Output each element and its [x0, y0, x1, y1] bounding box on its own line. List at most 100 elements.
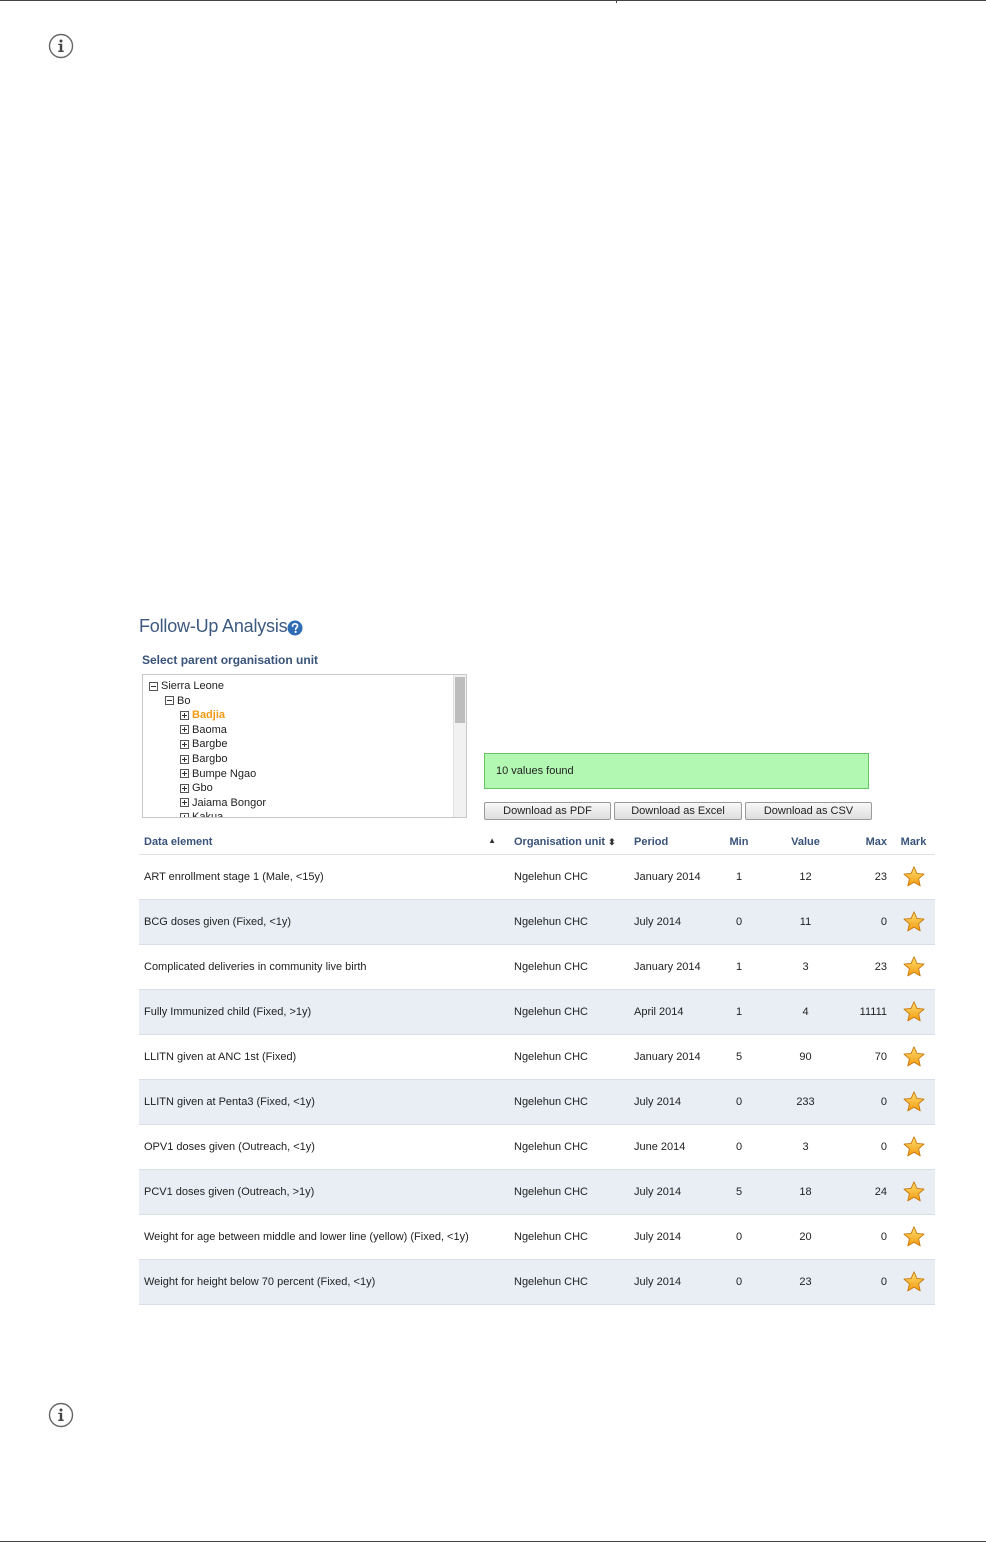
column-header-data-element[interactable]: Data element ▲ — [139, 830, 509, 855]
column-header-min[interactable]: Min — [714, 830, 764, 855]
expand-icon[interactable] — [180, 754, 189, 764]
tree-node-label[interactable]: Bumpe Ngao — [192, 768, 256, 780]
cell-value: 23 — [764, 1259, 847, 1305]
tree-node-label[interactable]: Sierra Leone — [161, 680, 224, 692]
column-header-max[interactable]: Max — [847, 830, 892, 855]
top-rule — [0, 0, 986, 1]
star-icon[interactable] — [902, 1000, 926, 1024]
tree-scrollbar-thumb[interactable] — [455, 677, 465, 723]
star-icon[interactable] — [902, 865, 926, 889]
tree-node[interactable]: Bumpe Ngao — [180, 768, 256, 780]
tree-node[interactable]: Kakua — [180, 811, 223, 817]
cell-data-element: LLITN given at ANC 1st (Fixed) — [139, 1034, 509, 1080]
tree-node-label[interactable]: Gbo — [192, 782, 213, 794]
tree-node[interactable]: Baoma — [180, 724, 227, 736]
cell-value: 20 — [764, 1214, 847, 1260]
tree-node-label[interactable]: Bo — [177, 695, 190, 707]
column-header-org-unit[interactable]: Organisation unit ⬍ — [509, 830, 629, 855]
cell-min: 0 — [714, 1079, 764, 1125]
tree-node[interactable]: Bargbo — [180, 753, 227, 765]
expand-icon[interactable] — [180, 710, 189, 720]
tree-node-label[interactable]: Bargbo — [192, 753, 227, 765]
table-row: Weight for age between middle and lower … — [139, 1214, 935, 1260]
tree-node-label[interactable]: Badjia — [192, 709, 225, 721]
expand-icon[interactable] — [180, 769, 189, 779]
column-header-mark: Mark — [892, 830, 935, 855]
star-icon[interactable] — [902, 1045, 926, 1069]
table-row: OPV1 doses given (Outreach, <1y) Ngelehun… — [139, 1124, 935, 1170]
star-icon[interactable] — [902, 1090, 926, 1114]
star-icon[interactable] — [902, 955, 926, 979]
download-csv-button[interactable]: Download as CSV — [745, 802, 872, 820]
tree-node[interactable]: Jaiama Bongor — [180, 797, 266, 809]
page-title: Follow-Up Analysis — [139, 616, 288, 636]
download-excel-button[interactable]: Download as Excel — [614, 802, 742, 820]
tree-node[interactable]: Gbo — [180, 782, 213, 794]
mark-toggle[interactable] — [892, 944, 935, 990]
table-header-row: Data element ▲ Organisation unit ⬍ Period… — [139, 830, 935, 855]
info-icon[interactable] — [48, 33, 74, 59]
info-icon[interactable] — [48, 1402, 74, 1428]
star-icon[interactable] — [902, 1135, 926, 1159]
column-header-period[interactable]: Period — [629, 830, 714, 855]
cell-org-unit: Ngelehun CHC — [509, 944, 629, 990]
star-icon[interactable] — [902, 1225, 926, 1249]
status-message: 10 values found — [484, 753, 869, 789]
mark-toggle[interactable] — [892, 854, 935, 900]
collapse-icon[interactable] — [165, 696, 174, 706]
tree-node-label[interactable]: Kakua — [192, 811, 223, 817]
help-icon[interactable] — [287, 620, 303, 636]
cell-period: July 2014 — [629, 1214, 714, 1260]
cell-period: July 2014 — [629, 1169, 714, 1215]
expand-icon[interactable] — [180, 739, 189, 749]
cell-org-unit: Ngelehun CHC — [509, 1124, 629, 1170]
star-icon[interactable] — [902, 1180, 926, 1204]
tree-node-label[interactable]: Jaiama Bongor — [192, 797, 266, 809]
mark-toggle[interactable] — [892, 1169, 935, 1215]
star-icon[interactable] — [902, 1270, 926, 1294]
cell-data-element: PCV1 doses given (Outreach, >1y) — [139, 1169, 509, 1215]
cell-min: 0 — [714, 1259, 764, 1305]
mark-toggle[interactable] — [892, 1124, 935, 1170]
tree-node[interactable]: Bargbe — [180, 738, 227, 750]
column-header-value[interactable]: Value — [764, 830, 847, 855]
table-row: PCV1 doses given (Outreach, >1y) Ngelehun… — [139, 1169, 935, 1215]
follow-up-table-body: ART enrollment stage 1 (Male, <15y) Ngele… — [139, 854, 935, 1305]
tree-node[interactable]: Sierra Leone — [149, 680, 224, 692]
cell-period: January 2014 — [629, 1034, 714, 1080]
cell-data-element: ART enrollment stage 1 (Male, <15y) — [139, 854, 509, 900]
mark-toggle[interactable] — [892, 1259, 935, 1305]
mark-toggle[interactable] — [892, 1214, 935, 1260]
cell-max: 0 — [847, 1124, 892, 1170]
mark-toggle[interactable] — [892, 989, 935, 1035]
expand-icon[interactable] — [180, 783, 189, 793]
cell-org-unit: Ngelehun CHC — [509, 854, 629, 900]
cell-min: 0 — [714, 899, 764, 945]
tree-node-label[interactable]: Bargbe — [192, 738, 227, 750]
mark-toggle[interactable] — [892, 1079, 935, 1125]
tree-node[interactable]: Bo — [165, 695, 190, 707]
cell-data-element: BCG doses given (Fixed, <1y) — [139, 899, 509, 945]
tree-node[interactable]: Badjia — [180, 709, 225, 721]
cell-max: 0 — [847, 1259, 892, 1305]
expand-icon[interactable] — [180, 798, 189, 808]
mark-toggle[interactable] — [892, 899, 935, 945]
cell-min: 5 — [714, 1169, 764, 1215]
cell-data-element: Weight for height below 70 percent (Fixe… — [139, 1259, 509, 1305]
status-message-text: 10 values found — [496, 765, 574, 777]
cell-max: 0 — [847, 1079, 892, 1125]
cell-min: 1 — [714, 944, 764, 990]
mark-toggle[interactable] — [892, 1034, 935, 1080]
cell-period: July 2014 — [629, 899, 714, 945]
cell-period: January 2014 — [629, 854, 714, 900]
star-icon[interactable] — [902, 910, 926, 934]
org-unit-tree[interactable]: Sierra Leone Bo Badjia Baoma Bargbe Bargbo Bum… — [142, 674, 467, 818]
cell-org-unit: Ngelehun CHC — [509, 1034, 629, 1080]
expand-icon[interactable] — [180, 725, 189, 735]
cell-max: 0 — [847, 1214, 892, 1260]
tree-node-label[interactable]: Baoma — [192, 724, 227, 736]
expand-icon[interactable] — [180, 812, 189, 817]
collapse-icon[interactable] — [149, 681, 158, 691]
tree-scrollbar[interactable] — [453, 675, 466, 817]
download-pdf-button[interactable]: Download as PDF — [484, 802, 611, 820]
